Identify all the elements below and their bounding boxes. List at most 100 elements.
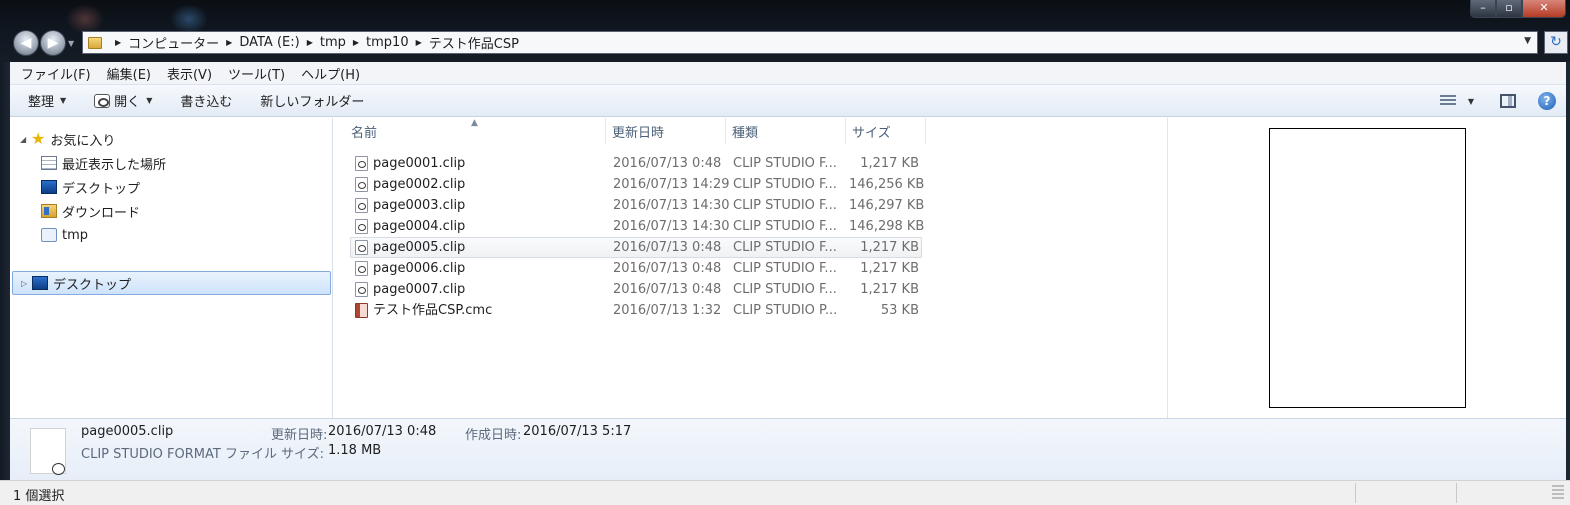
menu-view[interactable]: 表示(V)	[159, 64, 220, 83]
preview-pane	[1169, 118, 1566, 418]
organize-label: 整理	[28, 95, 55, 110]
file-name: テスト作品CSP.cmc	[373, 303, 493, 318]
open-button[interactable]: 開く ▼	[80, 91, 166, 110]
menu-help[interactable]: ヘルプ(H)	[293, 64, 368, 83]
file-date: 2016/07/13 0:48	[613, 261, 722, 276]
file-size: 1,217 KB	[860, 261, 919, 276]
file-size: 146,256 KB	[849, 177, 925, 192]
clip-file-icon	[355, 240, 368, 255]
column-divider[interactable]	[925, 118, 926, 144]
nav-favorites[interactable]: ◢ ★ お気に入り	[20, 128, 115, 150]
status-divider	[1355, 483, 1356, 503]
crumb-computer[interactable]: コンピューター	[128, 33, 219, 52]
forward-button[interactable]: ▶	[40, 30, 66, 56]
file-name: page0005.clip	[373, 240, 466, 255]
crumb-separator-icon[interactable]: ▶	[226, 38, 232, 47]
back-button[interactable]: ◀	[13, 30, 39, 56]
close-button[interactable]: ✕	[1522, 0, 1566, 18]
command-bar: 整理 ▼ 開く ▼ 書き込む 新しいフォルダー ▼ ?	[10, 85, 1566, 117]
chevron-down-icon: ▼	[60, 96, 67, 105]
help-icon[interactable]: ?	[1538, 92, 1556, 110]
column-header-name[interactable]: 名前	[351, 118, 606, 144]
column-divider[interactable]	[845, 118, 846, 144]
chevron-down-icon[interactable]: ▼	[1468, 97, 1474, 106]
menu-tools[interactable]: ツール(T)	[220, 64, 293, 83]
nav-item-label: ダウンロード	[62, 205, 141, 221]
file-row[interactable]: page0006.clip 2016/07/13 0:48 CLIP STUDI…	[350, 258, 922, 279]
nav-item-downloads[interactable]: ダウンロード	[41, 200, 140, 222]
column-name-label: 名前	[351, 125, 378, 141]
column-header-type[interactable]: 種類	[732, 118, 844, 144]
nav-item-recent-places[interactable]: 最近表示した場所	[41, 152, 166, 174]
file-row[interactable]: page0003.clip 2016/07/13 14:30 CLIP STUD…	[350, 195, 925, 216]
resize-grip-icon[interactable]	[1552, 485, 1564, 501]
minimize-button[interactable]: –	[1470, 0, 1496, 18]
star-icon: ★	[31, 129, 46, 148]
menu-file[interactable]: ファイル(F)	[10, 64, 99, 83]
details-size-label: サイズ:	[281, 447, 324, 462]
back-arrow-icon: ◀	[20, 35, 32, 51]
status-bar: 1 個選択	[0, 480, 1570, 505]
minimize-icon: –	[1480, 1, 1486, 14]
nav-desktop-label: デスクトップ	[53, 277, 132, 293]
collapse-arrow-icon[interactable]: ◢	[20, 135, 28, 144]
organize-button[interactable]: 整理 ▼	[10, 91, 80, 110]
nav-buttons: ◀ ▶ ▼	[13, 30, 74, 56]
burn-label: 書き込む	[180, 95, 233, 110]
crumb-separator-icon[interactable]: ▶	[416, 38, 422, 47]
crumb-separator-icon[interactable]: ▶	[115, 38, 121, 47]
crumb-current-folder[interactable]: テスト作品CSP	[429, 33, 519, 52]
file-row[interactable]: page0004.clip 2016/07/13 14:30 CLIP STUD…	[350, 216, 924, 237]
file-name: page0002.clip	[373, 177, 466, 192]
column-divider[interactable]	[605, 118, 606, 144]
nav-item-tmp[interactable]: tmp	[41, 224, 88, 246]
clip-studio-icon	[94, 93, 111, 108]
file-date: 2016/07/13 14:29	[613, 177, 730, 192]
address-dropdown-icon[interactable]: ▼	[1524, 36, 1531, 46]
crumb-separator-icon[interactable]: ▶	[307, 38, 313, 47]
expand-arrow-icon[interactable]: ▷	[21, 279, 29, 288]
details-pane: page0005.clip CLIP STUDIO FORMAT ファイル 更新…	[10, 418, 1566, 480]
file-size: 1,217 KB	[860, 282, 919, 297]
desktop-icon	[41, 180, 57, 194]
file-row-selected[interactable]: page0005.clip 2016/07/13 0:48 CLIP STUDI…	[350, 237, 922, 258]
nav-item-desktop[interactable]: デスクトップ	[41, 176, 140, 198]
file-type: CLIP STUDIO F...	[733, 240, 837, 255]
window-frame	[1566, 62, 1570, 480]
burn-button[interactable]: 書き込む	[166, 91, 246, 110]
file-row[interactable]: page0001.clip 2016/07/13 0:48 CLIP STUDI…	[350, 153, 922, 174]
crumb-tmp10[interactable]: tmp10	[366, 35, 409, 50]
new-folder-button[interactable]: 新しいフォルダー	[246, 91, 378, 110]
file-row[interactable]: テスト作品CSP.cmc 2016/07/13 1:32 CLIP STUDIO…	[350, 300, 922, 321]
refresh-button[interactable]: ↻	[1544, 31, 1568, 54]
file-row[interactable]: page0002.clip 2016/07/13 14:29 CLIP STUD…	[350, 174, 925, 195]
nav-desktop-root[interactable]: ▷ デスクトップ	[21, 272, 131, 294]
crumb-separator-icon[interactable]: ▶	[353, 38, 359, 47]
menu-edit[interactable]: 編集(E)	[99, 64, 159, 83]
cmc-file-icon	[355, 303, 368, 318]
nav-item-label: デスクトップ	[62, 181, 141, 197]
details-created-label: 作成日時:	[465, 428, 522, 443]
column-header-modified[interactable]: 更新日時	[612, 118, 724, 144]
navigation-pane: ◢ ★ お気に入り 最近表示した場所 デスクトップ ダウンロード tmp ▷ デ…	[10, 118, 333, 418]
view-options-icon[interactable]	[1439, 95, 1456, 107]
file-size: 1,217 KB	[860, 156, 919, 171]
maximize-icon: ▫	[1505, 1, 1513, 14]
file-date: 2016/07/13 14:30	[613, 198, 730, 213]
crumb-tmp[interactable]: tmp	[320, 35, 346, 50]
column-header-size[interactable]: サイズ	[852, 118, 924, 144]
column-divider[interactable]	[725, 118, 726, 144]
crumb-data-drive[interactable]: DATA (E:)	[239, 35, 299, 50]
file-size: 146,297 KB	[849, 198, 925, 213]
column-modified-label: 更新日時	[612, 125, 665, 141]
file-row[interactable]: page0007.clip 2016/07/13 0:48 CLIP STUDI…	[350, 279, 922, 300]
recent-pages-dropdown-icon[interactable]: ▼	[68, 39, 74, 48]
file-type: CLIP STUDIO F...	[733, 156, 837, 171]
address-bar[interactable]: ▶ コンピューター ▶ DATA (E:) ▶ tmp ▶ tmp10 ▶ テス…	[82, 31, 1538, 54]
command-bar-right: ▼ ?	[1439, 85, 1566, 117]
file-date: 2016/07/13 1:32	[613, 303, 722, 318]
details-modified-value: 2016/07/13 0:48	[328, 424, 437, 439]
preview-pane-icon[interactable]	[1500, 94, 1516, 108]
file-size: 1,217 KB	[860, 240, 919, 255]
maximize-button[interactable]: ▫	[1496, 0, 1522, 18]
